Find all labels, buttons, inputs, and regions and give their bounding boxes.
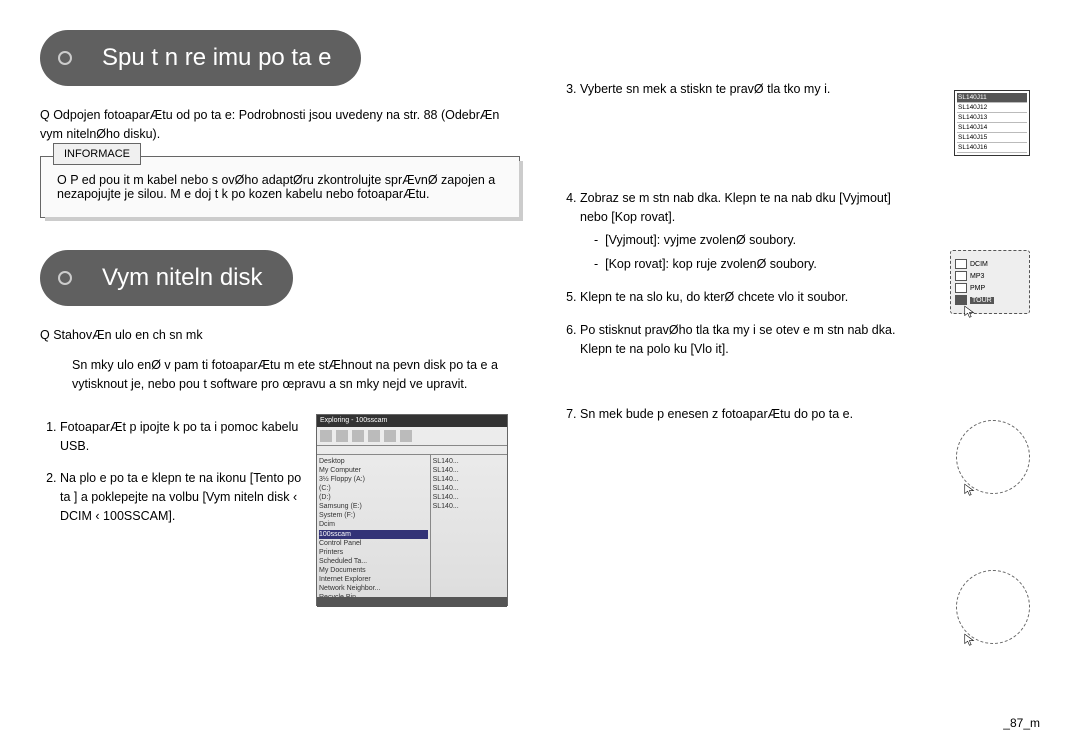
paragraph-download: Q StahovÆn ulo en ch sn mk — [40, 326, 520, 345]
step-4-sub1: [Vyjmout]: vyjme zvolenØ soubory. — [605, 233, 796, 247]
step-6-text: Po stisknut pravØho tla tka my i se otev… — [580, 323, 895, 356]
step-3: Vyberte sn mek a stiskn te pravØ tla tko… — [580, 80, 906, 99]
info-box: INFORMACE O P ed pou it m kabel nebo s o… — [40, 156, 520, 218]
info-label: INFORMACE — [53, 143, 141, 165]
explorer-tree: Desktop My Computer 3½ Floppy (A:) (C:) … — [317, 455, 431, 597]
step-5: Klepn te na slo ku, do kterØ chcete vlo … — [580, 288, 906, 307]
step-2: Na plo e po ta e klepn te na ikonu [Tent… — [60, 469, 306, 525]
cursor-icon — [963, 305, 977, 319]
banner-cap-icon — [40, 30, 90, 86]
info-body-text: P ed pou it m kabel nebo s ovØho adaptØr… — [57, 173, 495, 201]
cursor-icon — [963, 633, 977, 647]
step-4-text: Zobraz se m stn nab dka. Klepn te na nab… — [580, 191, 891, 224]
page-number: _87_m — [1003, 716, 1040, 730]
step-4-sub2: [Kop rovat]: kop ruje zvolenØ soubory. — [605, 257, 817, 271]
step-7: Sn mek bude p enesen z fotoaparÆtu do po… — [580, 405, 906, 424]
paragraph-unplug: Q Odpojen fotoaparÆtu od po ta e: Podrob… — [40, 106, 520, 144]
bullet-marker: Q — [40, 328, 50, 342]
cursor-icon — [963, 483, 977, 497]
bullet-marker: Q — [40, 108, 50, 122]
paragraph-unplug-text: Odpojen fotoaparÆtu od po ta e: Podrobno… — [40, 108, 499, 141]
placeholder-circle-1 — [956, 420, 1030, 494]
explorer-toolbar — [317, 427, 507, 446]
section-header-1: Spu t n re imu po ta e — [40, 30, 520, 86]
step-6: Po stisknut pravØho tla tka my i se otev… — [580, 321, 906, 359]
step-5-text: Klepn te na slo ku, do kterØ chcete vlo … — [580, 290, 848, 304]
paragraph-download-body: Sn mky ulo enØ v pam ti fotoaparÆtu m et… — [72, 356, 520, 394]
explorer-screenshot: Exploring - 100sscam Desktop My Computer… — [316, 414, 508, 606]
menu-pmp: PMP — [970, 285, 985, 292]
steps-left: FotoaparÆt p ipojte k po ta i pomoc kabe… — [40, 418, 306, 606]
info-bullet: O — [57, 173, 67, 187]
step-1: FotoaparÆt p ipojte k po ta i pomoc kabe… — [60, 418, 306, 456]
step-7-text: Sn mek bude p enesen z fotoaparÆtu do po… — [580, 407, 853, 421]
menu-mp3: MP3 — [970, 273, 984, 280]
placeholder-circle-2 — [956, 570, 1030, 644]
menu-tour: TOUR — [970, 297, 994, 304]
menu-dcim: DCIM — [970, 261, 988, 268]
step-3-text: Vyberte sn mek a stiskn te pravØ tla tko… — [580, 82, 830, 96]
thumbnail-file-list: SL140J11 SL140J12 SL140J13 SL140J14 SL14… — [954, 90, 1030, 156]
paragraph-download-heading: StahovÆn ulo en ch sn mk — [50, 328, 203, 342]
section-title-2: Vym niteln disk — [90, 250, 293, 306]
explorer-titlebar: Exploring - 100sscam — [317, 415, 507, 427]
section-title-1: Spu t n re imu po ta e — [90, 30, 361, 86]
step-4: Zobraz se m stn nab dka. Klepn te na nab… — [580, 189, 906, 275]
steps-right: Vyberte sn mek a stiskn te pravØ tla tko… — [560, 80, 906, 423]
section-header-2: Vym niteln disk — [40, 250, 520, 306]
thumbnail-context-menu: DCIM MP3 PMP TOUR — [950, 250, 1030, 314]
banner-cap-icon — [40, 250, 90, 306]
explorer-file-list: SL140... SL140... SL140... SL140... SL14… — [431, 455, 507, 597]
